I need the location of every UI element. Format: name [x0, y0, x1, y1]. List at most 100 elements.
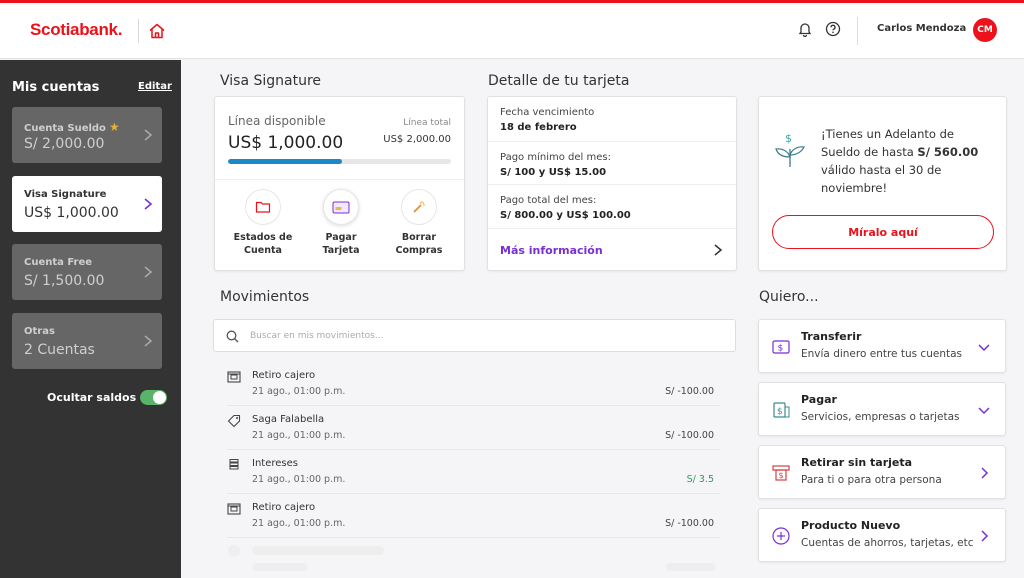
account-name: Cuenta Sueldo ★ [24, 120, 120, 134]
movement-amount: S/ -100.00 [665, 430, 714, 441]
atm-icon [227, 371, 241, 383]
movements-search [213, 319, 736, 352]
min-payment-value: S/ 100 y US$ 15.00 [500, 167, 607, 178]
movement-title: Retiro cajero [252, 502, 316, 513]
credit-card-icon [323, 189, 359, 225]
movement-title: Retiro cajero [252, 370, 316, 381]
movements-section-title: Movimientos [220, 289, 310, 305]
list-item[interactable]: Intereses 21 ago., 01:00 p.m. S/ 3.5 [227, 450, 720, 494]
accounts-sidebar: Mis cuentas Editar Cuenta Sueldo ★ S/ 2,0… [0, 60, 181, 578]
erase-purchases-action[interactable]: Borrar Compras [384, 189, 454, 257]
option-title: Pagar [801, 393, 837, 406]
header-divider-right [857, 17, 858, 45]
pay-option[interactable]: $ Pagar Servicios, empresas o tarjetas [758, 382, 1006, 436]
see-offer-button[interactable]: Míralo aquí [772, 215, 994, 249]
atm-icon [227, 503, 241, 515]
search-input[interactable] [250, 328, 720, 344]
account-balance: S/ 1,500.00 [24, 273, 105, 289]
bell-icon[interactable] [797, 21, 813, 37]
svg-text:$: $ [779, 471, 784, 480]
coins-icon [229, 459, 239, 470]
available-line-label: Línea disponible [228, 114, 326, 128]
plus-circle-icon [772, 527, 790, 545]
available-line-amount: US$ 1,000.00 [228, 133, 344, 153]
plant-money-icon: $ [775, 132, 805, 167]
chevron-down-icon [978, 344, 990, 352]
account-name: Cuenta Free [24, 257, 93, 268]
detail-card: Fecha vencimiento 18 de febrero Pago mín… [487, 96, 737, 271]
magic-wand-icon [401, 189, 437, 225]
chevron-right-icon [144, 266, 153, 278]
option-title: Transferir [801, 330, 862, 343]
movement-date: 21 ago., 01:00 p.m. [252, 474, 346, 485]
top-header: Scotiabank. Carlos Mendoza CM [0, 3, 1024, 59]
erase-purchases-label: Borrar Compras [395, 232, 443, 256]
folder-icon [245, 189, 281, 225]
list-item[interactable]: Retiro cajero 21 ago., 01:00 p.m. S/ -10… [227, 362, 720, 406]
account-card-cuenta-sueldo[interactable]: Cuenta Sueldo ★ S/ 2,000.00 [12, 107, 162, 163]
option-title: Producto Nuevo [801, 519, 901, 532]
pay-card-action[interactable]: Pagar Tarjeta [306, 189, 376, 257]
loading-placeholder [252, 563, 308, 571]
total-payment-value: S/ 800.00 y US$ 100.00 [500, 210, 631, 221]
option-subtitle: Servicios, empresas o tarjetas [801, 411, 960, 423]
statements-action[interactable]: Estados de Cuenta [228, 189, 298, 257]
option-title: Retirar sin tarjeta [801, 456, 913, 469]
option-subtitle: Cuentas de ahorros, tarjetas, etc [801, 537, 974, 549]
movement-date: 21 ago., 01:00 p.m. [252, 386, 346, 397]
min-payment-row: Pago mínimo del mes: S/ 100 y US$ 15.00 [488, 142, 736, 185]
list-item[interactable]: Retiro cajero 21 ago., 01:00 p.m. S/ -10… [227, 494, 720, 538]
total-payment-row: Pago total del mes: S/ 800.00 y US$ 100.… [488, 185, 736, 229]
account-card-visa-signature[interactable]: Visa Signature US$ 1,000.00 [12, 176, 162, 232]
search-icon [226, 330, 239, 343]
user-name[interactable]: Carlos Mendoza [877, 23, 966, 34]
chevron-right-icon [981, 467, 989, 479]
more-info-link[interactable]: Más información [500, 244, 603, 257]
chevron-right-icon[interactable] [713, 243, 723, 257]
movement-title: Saga Falabella [252, 414, 325, 425]
withdraw-no-card-option[interactable]: $ Retirar sin tarjeta Para ti o para otr… [758, 445, 1006, 499]
credit-usage-bar [228, 159, 451, 164]
transfer-option[interactable]: $ Transferir Envía dinero entre tus cuen… [758, 319, 1006, 373]
movement-title: Intereses [252, 458, 298, 469]
svg-text:$: $ [778, 344, 784, 354]
detail-section-title: Detalle de tu tarjeta [488, 73, 630, 89]
option-subtitle: Para ti o para otra persona [801, 474, 942, 486]
edit-accounts-link[interactable]: Editar [138, 81, 172, 92]
pay-icon: $ [773, 402, 790, 418]
home-icon[interactable] [148, 22, 166, 40]
divider [215, 179, 464, 180]
scotiabank-logo[interactable]: Scotiabank. [30, 20, 122, 40]
sidebar-title: Mis cuentas [12, 80, 100, 95]
tag-icon [227, 414, 241, 428]
hide-balances-label: Ocultar saldos [47, 391, 137, 404]
due-date-value: 18 de febrero [500, 122, 577, 133]
cash-withdraw-icon: $ [772, 465, 790, 481]
chevron-right-icon [144, 335, 153, 347]
credit-usage-fill [228, 159, 342, 164]
account-name: Otras [24, 326, 55, 337]
help-icon[interactable] [825, 21, 841, 37]
quiero-section-title: Quiero... [759, 289, 819, 305]
list-item[interactable]: Saga Falabella 21 ago., 01:00 p.m. S/ -1… [227, 406, 720, 450]
avatar[interactable]: CM [973, 18, 997, 42]
new-product-option[interactable]: Producto Nuevo Cuentas de ahorros, tarje… [758, 508, 1006, 562]
svg-text:$: $ [777, 407, 783, 417]
due-date-row: Fecha vencimiento 18 de febrero [488, 97, 736, 142]
movement-date: 21 ago., 01:00 p.m. [252, 518, 346, 529]
svg-text:$: $ [785, 132, 792, 145]
account-card-cuenta-free[interactable]: Cuenta Free S/ 1,500.00 [12, 244, 162, 300]
total-payment-label: Pago total del mes: [500, 195, 597, 206]
loading-placeholder [228, 545, 240, 557]
chevron-down-icon [978, 407, 990, 415]
hide-balances-toggle[interactable] [140, 390, 167, 405]
total-line-amount: US$ 2,000.00 [383, 134, 451, 145]
chevron-right-icon [144, 198, 153, 210]
chevron-right-icon [981, 530, 989, 542]
total-line-label: Línea total [403, 118, 451, 128]
movement-date: 21 ago., 01:00 p.m. [252, 430, 346, 441]
visa-card: Línea disponible US$ 1,000.00 Línea tota… [214, 96, 465, 271]
account-balance: 2 Cuentas [24, 342, 95, 358]
account-card-otras[interactable]: Otras 2 Cuentas [12, 313, 162, 369]
min-payment-label: Pago mínimo del mes: [500, 152, 611, 163]
